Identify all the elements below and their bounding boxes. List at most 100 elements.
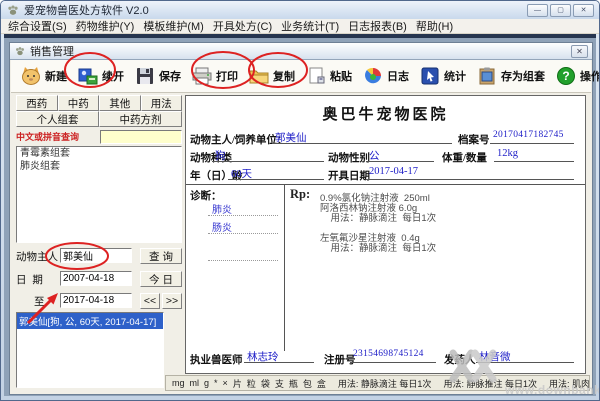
usage-iv-drip[interactable]: 用法: 静脉滴注 每日1次 [338,377,432,390]
list-item-penicillin-set[interactable]: 青霉素组套 [17,147,181,160]
file-no-value: 20170417182745 [490,130,574,144]
diagnosis-item-empty [208,246,278,261]
toolbar-label-copy: 复制 [273,68,295,84]
app-paw-icon [6,3,20,17]
unit-pack[interactable]: 包 [303,377,312,390]
window-title: 爱宠物兽医处方软件 V2.0 [24,2,149,18]
date-to-input[interactable] [60,293,132,308]
result-item-selected[interactable]: 郭美仙[狗, 公, 60天, 2017-04-17] [17,313,163,329]
toolbar-button-print[interactable]: 打印 [191,66,238,86]
toolbar: 新建 续开 保存 [11,60,591,93]
toolbar-button-copy[interactable]: 复制 [248,66,295,86]
usage-iv-push[interactable]: 用法: 静脉推注 每日1次 [443,377,537,390]
titlebar[interactable]: 爱宠物兽医处方软件 V2.0 — ▢ ✕ [1,1,599,19]
child-close-button[interactable]: ✕ [571,45,588,58]
toolbar-label-paste: 粘贴 [330,68,352,84]
menu-item-help[interactable]: 帮助(H) [416,18,453,34]
toolbar-button-save[interactable]: 保存 [134,66,181,86]
cat-face-icon [20,66,42,86]
toolbar-button-new[interactable]: 新建 [20,66,67,86]
tab-chinese-medicine[interactable]: 中药 [58,95,100,111]
owner-label: 动物主人 [16,249,58,264]
app-window: 爱宠物兽医处方软件 V2.0 — ▢ ✕ 综合设置(S) 药物维护(Y) 模板维… [0,0,600,401]
tab-usage[interactable]: 用法 [141,95,183,111]
unit-ml[interactable]: ml [190,378,200,388]
toolbar-button-help[interactable]: ? 操作帮助 [555,66,600,86]
set-listbox[interactable]: 青霉素组套 肺炎组套 [16,146,182,243]
gender-label: 动物性别 [328,150,370,165]
toolbar-button-continue[interactable]: 续开 [77,66,124,86]
search-input[interactable] [100,130,182,144]
date-label: 日 期 [16,272,43,287]
unit-box[interactable]: 盒 [317,377,326,390]
toolbar-label-save: 保存 [159,68,181,84]
toolbar-label-help: 操作帮助 [580,68,600,84]
menu-item-drug-maint[interactable]: 药物维护(Y) [76,18,135,34]
reg-no-value: 23154698745124 [350,349,436,363]
rp-block: 0.9%氯化钠注射液 250ml 阿洛西林钠注射液 6.0g 用法：静脉滴注 每… [320,194,436,254]
age-value: 60天 [228,166,324,180]
next-button[interactable]: >> [162,293,182,309]
unit-tablet[interactable]: 片 [233,377,242,390]
issue-date-label: 开具日期 [328,168,370,183]
query-button[interactable]: 查 询 [140,248,182,264]
printer-icon [191,66,213,86]
mdi-area: 销售管理 ✕ 新建 [4,34,596,396]
menu-item-prescribe[interactable]: 开具处方(C) [213,18,272,34]
gender-value: 公 [366,148,434,162]
child-paw-icon [14,45,26,57]
unit-grain[interactable]: 粒 [247,377,256,390]
dispenser-value: 林音微 [476,349,574,363]
toolbar-button-log[interactable]: 日志 [362,66,409,86]
species-value: 狗 [212,148,324,162]
list-item-pneumonia-set[interactable]: 肺炎组套 [17,160,181,173]
help-icon: ? [555,66,577,86]
unit-mg[interactable]: mg [172,378,185,388]
unit-branch[interactable]: 支 [275,377,284,390]
unit-times[interactable]: × [223,378,228,388]
toolbar-button-paste[interactable]: 粘贴 [305,66,352,86]
close-button[interactable]: ✕ [573,4,594,17]
prev-button[interactable]: << [140,293,160,309]
tab-personal-set[interactable]: 个人组套 [16,111,99,127]
rp-line: 用法：静脉滴注 每日1次 [320,214,436,224]
minimize-button[interactable]: — [527,4,548,17]
menu-item-template[interactable]: 模板维护(M) [143,18,204,34]
toolbar-button-save-as-set[interactable]: 存为组套 [476,66,545,86]
prescription-paper: 奥巴牛宠物医院 动物主人/饲养单位： 郭美仙 档案号 2017041718274… [185,95,586,374]
pie-chart-icon [362,66,384,86]
rp-label: Rp: [290,187,310,202]
today-button[interactable]: 今 日 [140,271,182,287]
toolbar-button-statistics[interactable]: 统计 [419,66,466,86]
unit-g[interactable]: g [204,378,209,388]
toolbar-label-print: 打印 [216,68,238,84]
unit-star[interactable]: * [214,378,218,388]
to-label: 至 [34,294,45,309]
menu-bar: 综合设置(S) 药物维护(Y) 模板维护(M) 开具处方(C) 业务统计(T) … [1,19,599,34]
tab-chinese-formula[interactable]: 中药方剂 [99,111,182,127]
tab-western-medicine[interactable]: 西药 [16,95,58,111]
menu-item-stats[interactable]: 业务统计(T) [281,18,339,34]
file-no-label: 档案号 [458,132,490,147]
diagnosis-rp-divider [284,184,285,351]
search-row: 中文或拼音查询 [16,129,182,144]
category-tabs: 西药 中药 其他 用法 [16,95,182,111]
unit-bag[interactable]: 袋 [261,377,270,390]
owner-input[interactable] [60,248,132,263]
unit-bottle[interactable]: 瓶 [289,377,298,390]
tab-other[interactable]: 其他 [99,95,141,111]
date-from-input[interactable] [60,271,132,286]
search-label: 中文或拼音查询 [16,130,100,143]
results-listbox[interactable]: 郭美仙[狗, 公, 60天, 2017-04-17] [16,312,164,388]
left-panel: 西药 中药 其他 用法 个人组套 中药方剂 中文或拼音查询 青霉素组套 肺炎组套 [16,95,182,389]
issue-date-value: 2017-04-17 [366,166,574,180]
rp-line: 用法：静脉滴注 每日1次 [320,244,436,254]
usage-im-injection[interactable]: 用法: 肌肉注射 每日1次 [549,377,590,390]
child-titlebar[interactable]: 销售管理 ✕ [10,43,592,60]
maximize-button[interactable]: ▢ [550,4,571,17]
header-separator [186,184,585,185]
menu-item-settings[interactable]: 综合设置(S) [8,18,67,34]
menu-item-logs[interactable]: 日志报表(B) [348,18,407,34]
owner-field-value: 郭美仙 [272,130,452,144]
svg-text:?: ? [562,69,569,83]
